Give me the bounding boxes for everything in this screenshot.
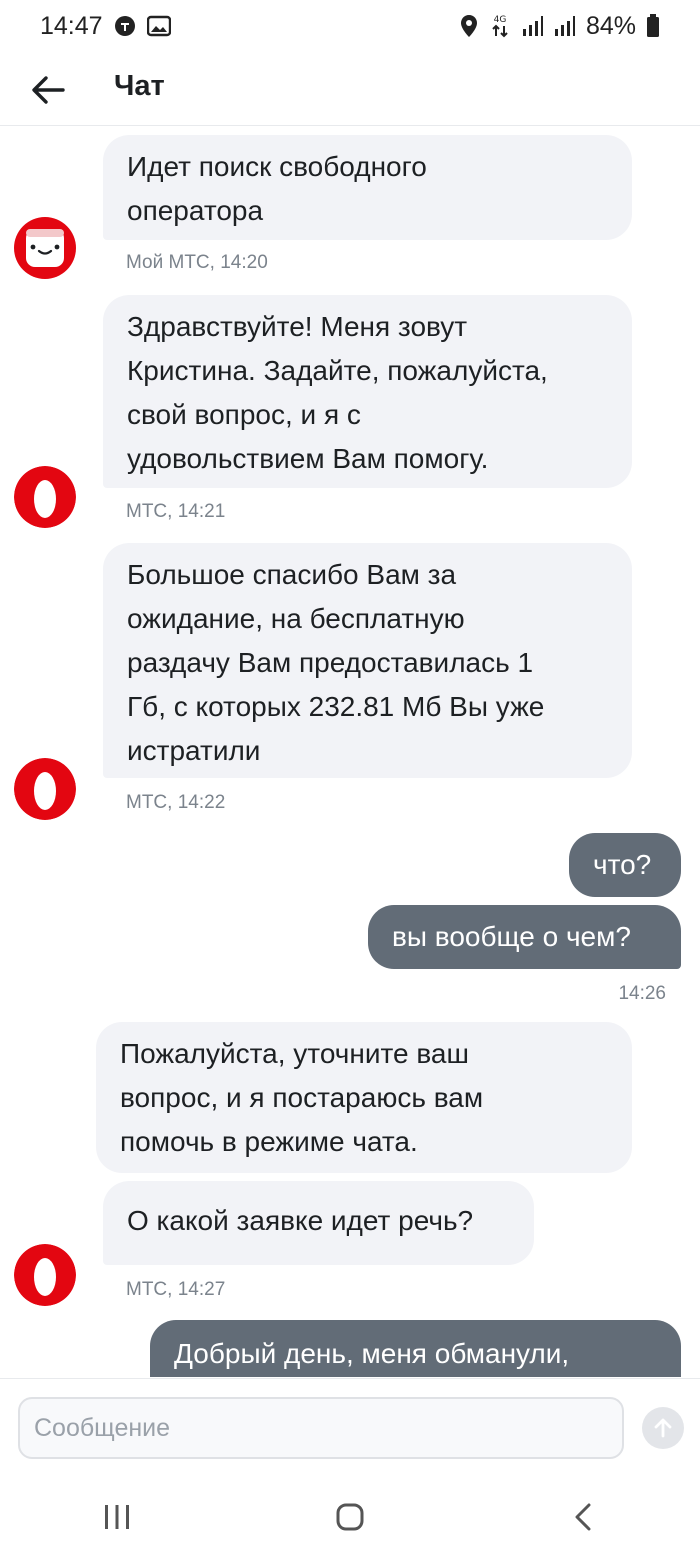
message-meta: МТС, 14:22 (126, 792, 226, 813)
home-button[interactable] (310, 1487, 390, 1547)
mts-operator-avatar (14, 758, 76, 820)
message-input[interactable] (18, 1397, 624, 1459)
mobile-data-icon: 4G (488, 13, 512, 39)
signal-strength-icon-2 (554, 15, 576, 37)
message-bubble-incoming[interactable]: Здравствуйте! Меня зовут Кристина. Задай… (103, 295, 632, 488)
chevron-left-icon (575, 1503, 591, 1531)
mts-operator-avatar (14, 466, 76, 528)
system-navigation-bar (0, 1478, 700, 1556)
home-icon (336, 1503, 364, 1531)
message-bubble-incoming[interactable]: Большое спасибо Вам за ожидание, на бесп… (103, 543, 632, 778)
status-time: 14:47 (40, 11, 103, 40)
message-bubble-outgoing[interactable]: Добрый день, меня обманули, (150, 1320, 681, 1377)
message-meta: МТС, 14:21 (126, 501, 226, 522)
page-title: Чат (114, 70, 165, 102)
app-bar: Чат (0, 52, 700, 126)
message-list[interactable]: Идет поиск свободного оператора Мой МТС,… (0, 127, 700, 1377)
message-time: 14:26 (618, 983, 666, 1004)
location-icon (460, 14, 478, 38)
status-right: 4G 84% (460, 12, 660, 41)
recent-apps-button[interactable] (77, 1487, 157, 1547)
message-bubble-outgoing[interactable]: что? (569, 833, 681, 897)
chat-screen: 14:47 4G 84% Чат Идет поиск свободного о… (0, 0, 700, 1556)
status-bar: 14:47 4G 84% (0, 0, 700, 52)
arrow-left-icon (32, 76, 65, 104)
message-bubble-incoming[interactable]: О какой заявке идет речь? (103, 1181, 534, 1265)
message-meta: МТС, 14:27 (126, 1279, 226, 1300)
system-back-button[interactable] (543, 1487, 623, 1547)
recent-apps-icon (104, 1505, 129, 1529)
message-bubble-outgoing[interactable]: вы вообще о чем? (368, 905, 681, 969)
battery-icon (646, 14, 660, 38)
arrow-up-icon (654, 1418, 672, 1438)
message-meta: Мой МТС, 14:20 (126, 252, 268, 273)
status-left: 14:47 (40, 12, 171, 41)
message-bubble-incoming[interactable]: Пожалуйста, уточните ваш вопрос, и я пос… (96, 1022, 632, 1173)
back-button[interactable] (30, 74, 66, 106)
mts-operator-avatar (14, 1244, 76, 1306)
battery-percent: 84% (585, 11, 636, 40)
signal-strength-icon-1 (522, 15, 544, 37)
my-mts-bot-avatar (14, 217, 76, 279)
notification-app-icon (113, 14, 137, 38)
gallery-notification-icon (146, 15, 171, 37)
network-type-label: 4G (494, 15, 507, 25)
send-button[interactable] (642, 1407, 684, 1449)
message-bubble-incoming[interactable]: Идет поиск свободного оператора (103, 135, 632, 240)
message-composer (0, 1378, 700, 1478)
